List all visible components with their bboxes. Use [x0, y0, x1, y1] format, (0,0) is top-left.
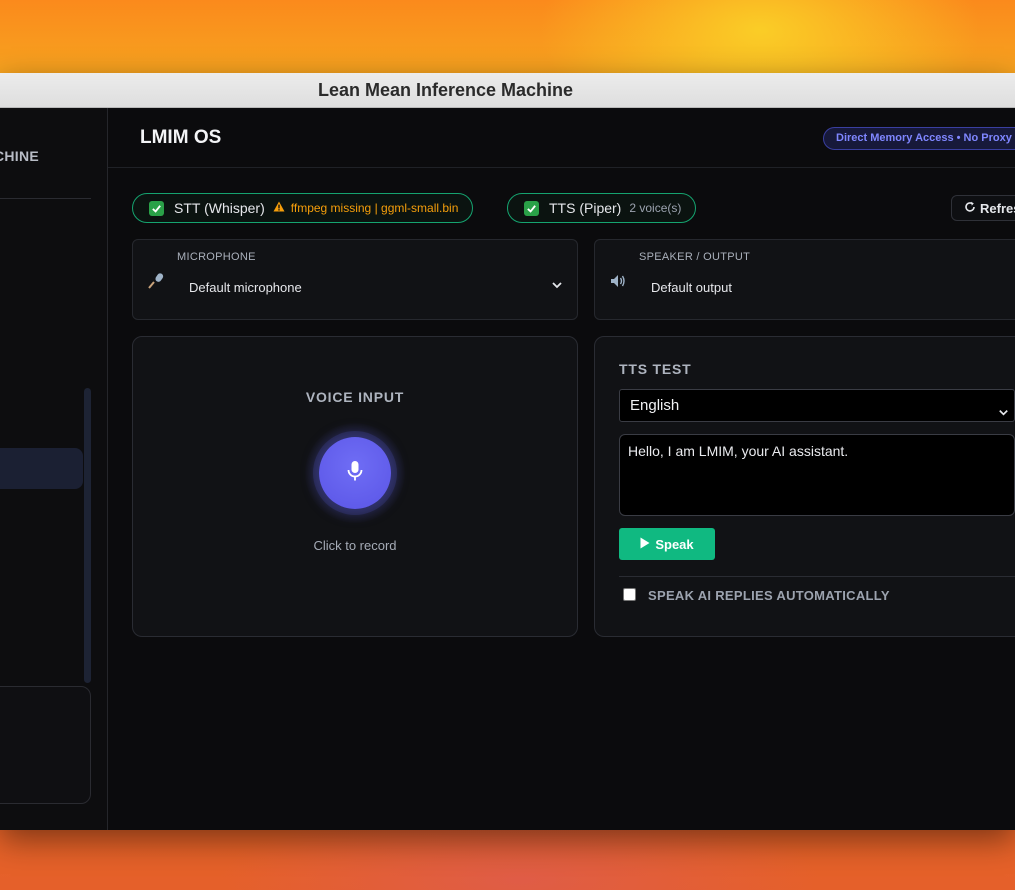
- auto-speak-checkbox[interactable]: [623, 588, 636, 601]
- chevron-down-icon: [997, 399, 1010, 416]
- speaker-icon: [609, 272, 627, 295]
- tts-text-input[interactable]: Hello, I am LMIM, your AI assistant.: [619, 434, 1015, 516]
- record-caption: Click to record: [313, 538, 397, 553]
- refresh-label: Refresh: [980, 200, 1015, 216]
- chevron-down-icon[interactable]: [550, 278, 564, 292]
- microphone-icon: [147, 272, 165, 295]
- warning-icon: [273, 201, 285, 215]
- tts-voice-count: 2 voice(s): [629, 201, 682, 215]
- sidebar-divider: [0, 198, 91, 199]
- speak-button-label: Speak: [655, 536, 694, 552]
- auto-speak-label[interactable]: SPEAK AI REPLIES AUTOMATICALLY: [648, 588, 890, 603]
- window-title: Lean Mean Inference Machine: [317, 80, 574, 100]
- stt-status-label: STT (Whisper): [174, 200, 265, 216]
- microphone-label: MICROPHONE: [177, 251, 256, 263]
- microphone-card: MICROPHONE Default microphone: [132, 239, 578, 320]
- tts-status-pill: TTS (Piper) 2 voice(s): [507, 193, 697, 223]
- voice-input-title: VOICE INPUT: [305, 389, 405, 405]
- page-title: LMIM OS: [140, 127, 222, 148]
- sidebar-footer-card: [0, 686, 91, 804]
- stt-warning-text: ffmpeg missing | ggml-small.bin: [290, 201, 459, 215]
- language-select-value: English: [630, 397, 680, 414]
- speaker-label: SPEAKER / OUTPUT: [639, 251, 751, 263]
- memory-access-badge: Direct Memory Access • No Proxy: [823, 127, 1015, 150]
- tts-test-title: TTS TEST: [619, 361, 692, 377]
- refresh-icon: [964, 201, 976, 216]
- record-button[interactable]: [319, 437, 391, 509]
- main-header: LMIM OS Direct Memory Access • No Proxy: [108, 108, 1015, 168]
- language-select[interactable]: English: [619, 389, 1015, 422]
- sidebar-item-active[interactable]: [0, 448, 83, 489]
- app-window: Lean Mean Inference Machine CHINE LMIM O…: [0, 73, 1015, 830]
- refresh-button[interactable]: Refresh: [951, 195, 1015, 221]
- voice-input-panel: VOICE INPUT Click to record: [132, 336, 578, 637]
- tts-status-label: TTS (Piper): [549, 200, 622, 216]
- speaker-card: SPEAKER / OUTPUT Default output: [594, 239, 1015, 320]
- sidebar: CHINE: [0, 108, 108, 830]
- speaker-select[interactable]: Default output: [651, 276, 732, 300]
- microphone-select[interactable]: Default microphone: [189, 276, 302, 300]
- stt-status-pill: STT (Whisper) ffmpeg missing | ggml-smal…: [132, 193, 474, 223]
- check-icon: [149, 200, 164, 216]
- sidebar-brand: CHINE: [0, 148, 39, 164]
- window-titlebar: Lean Mean Inference Machine: [0, 73, 1015, 108]
- check-icon: [524, 200, 539, 216]
- play-icon: [640, 537, 650, 552]
- sidebar-scrollbar[interactable]: [84, 388, 91, 683]
- microphone-icon: [345, 459, 365, 488]
- main-content: LMIM OS Direct Memory Access • No Proxy …: [108, 108, 1015, 830]
- tts-divider: [619, 576, 1015, 577]
- speak-button[interactable]: Speak: [619, 528, 715, 560]
- tts-test-panel: TTS TEST English Hello, I am LMIM, your …: [594, 336, 1015, 637]
